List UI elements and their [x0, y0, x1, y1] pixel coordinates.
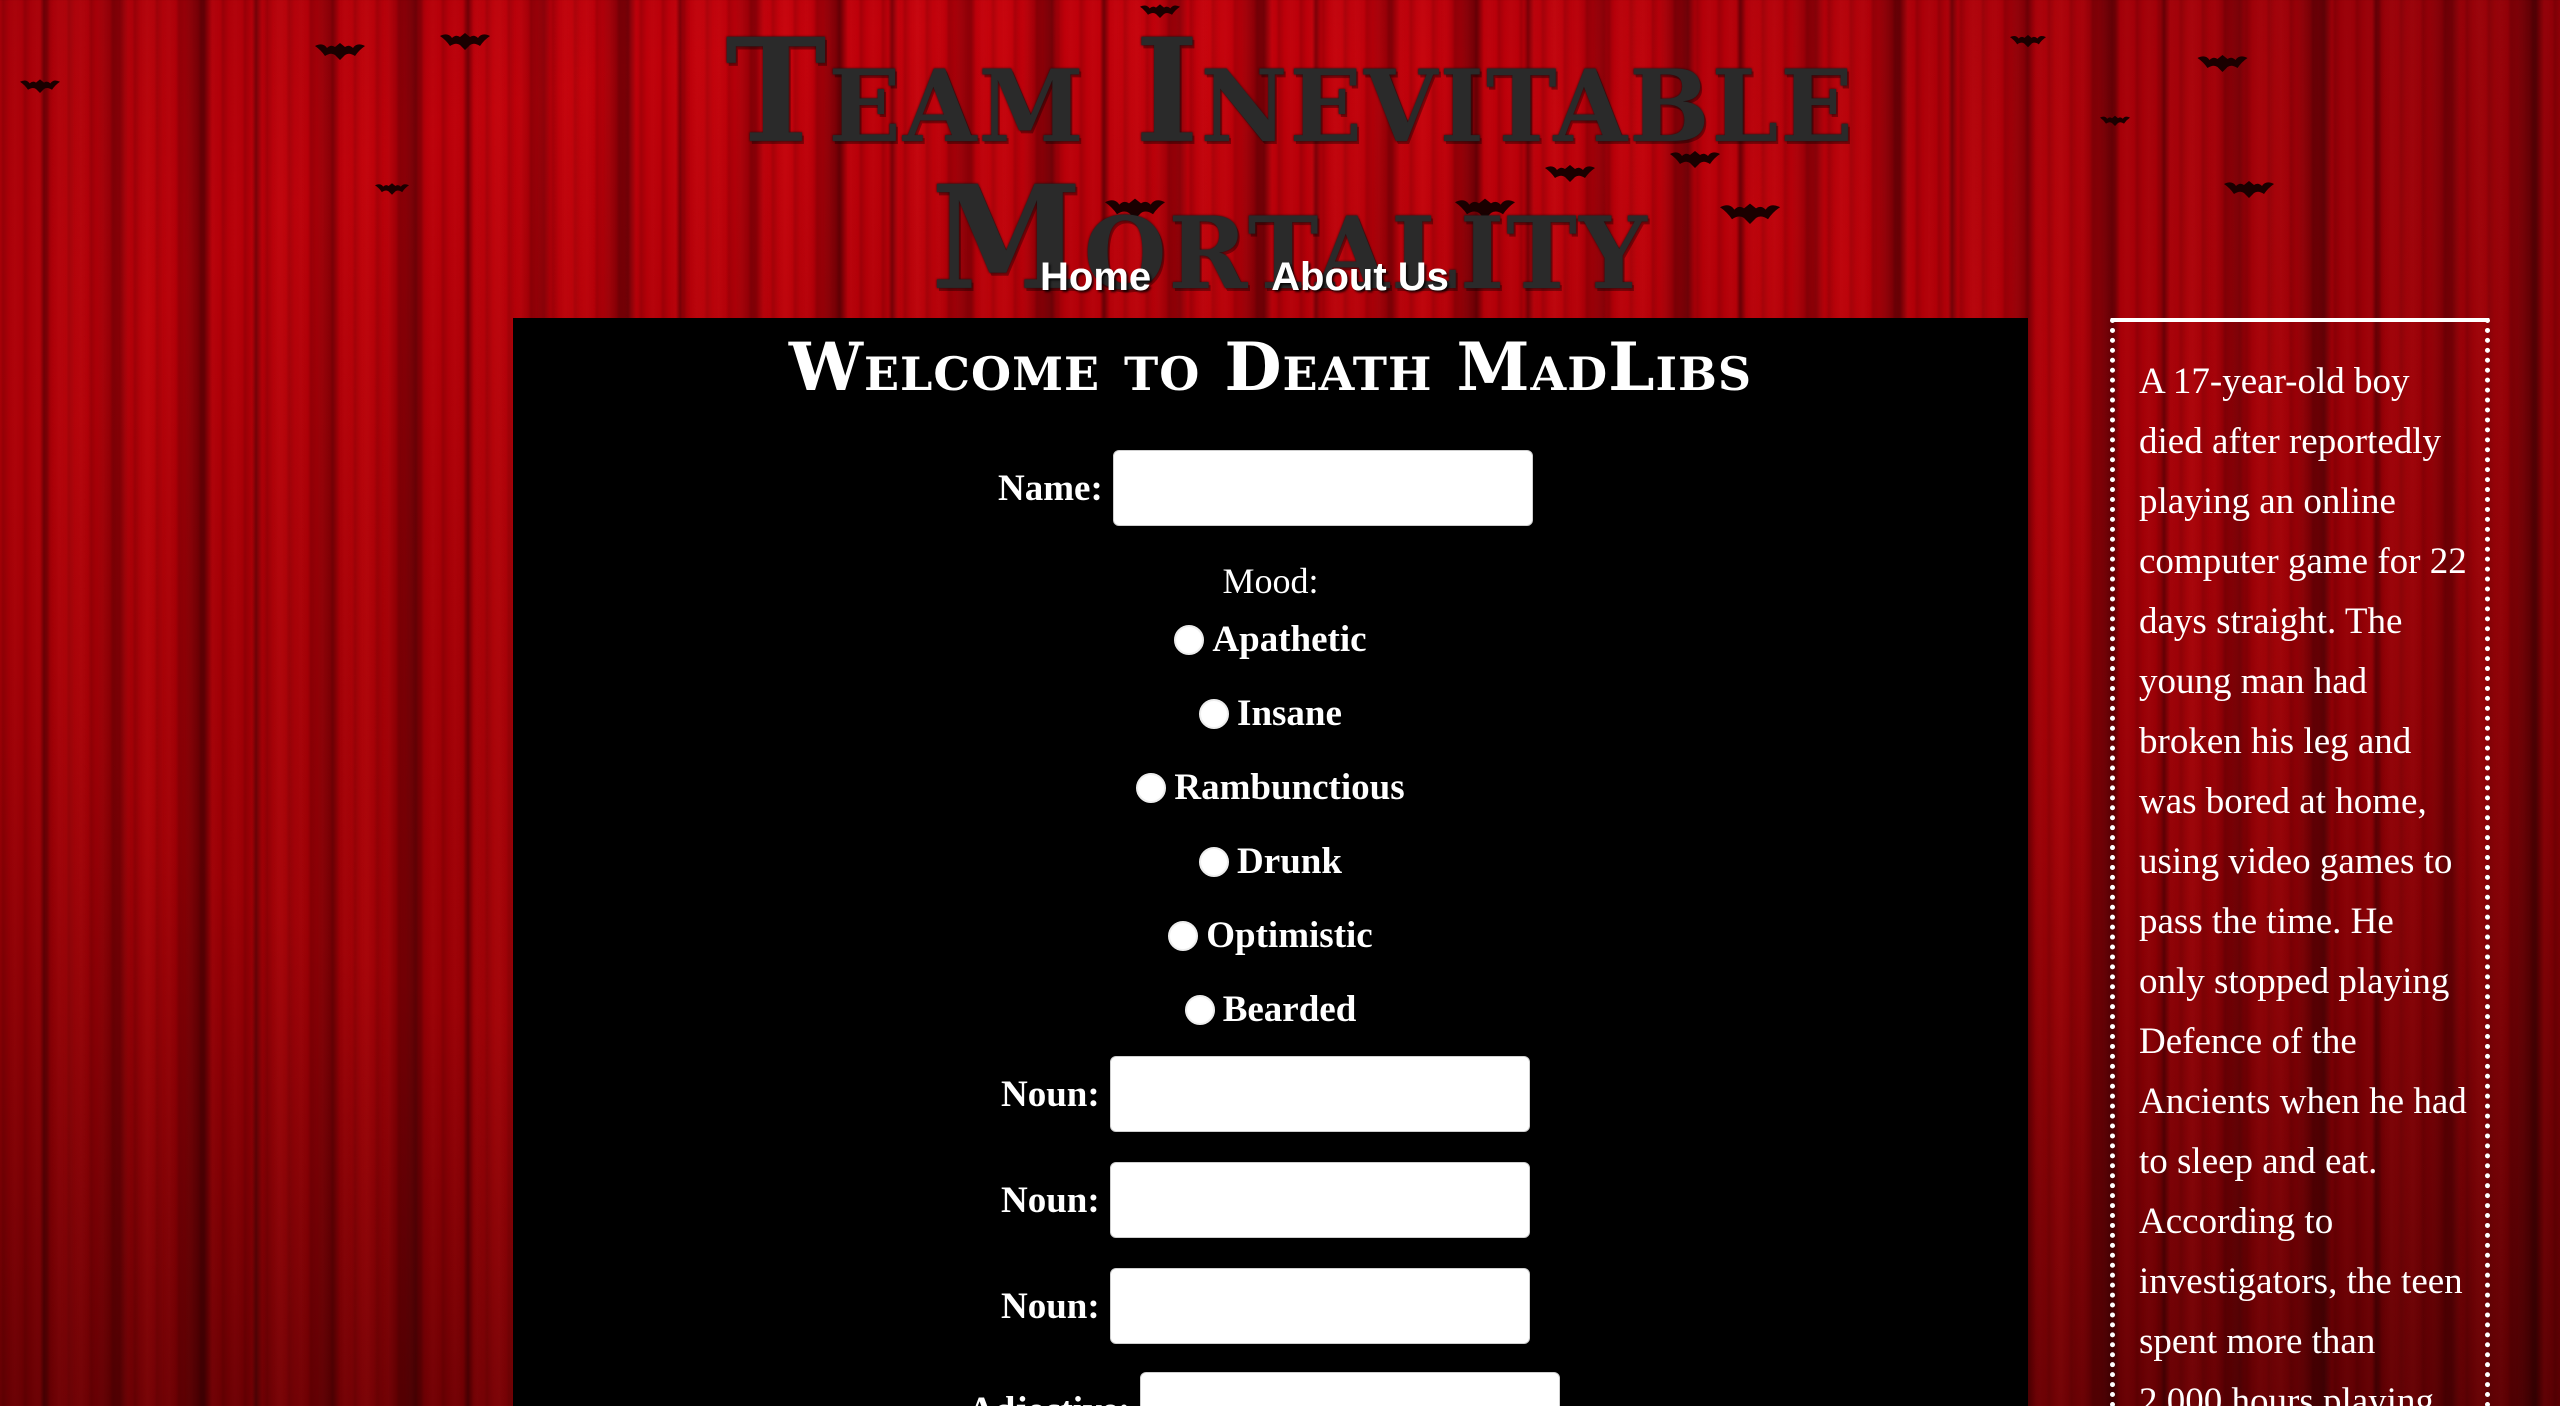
noun-label: Noun:: [1001, 1073, 1100, 1115]
radio-button[interactable]: [1184, 994, 1215, 1025]
noun-field-row-1: Noun:: [1001, 1056, 1530, 1132]
noun-input-1[interactable]: [1109, 1056, 1530, 1132]
mood-option-label: Drunk: [1237, 841, 1342, 882]
radio-button[interactable]: [1168, 920, 1199, 951]
mood-option-label: Insane: [1237, 693, 1342, 734]
bat-icon: [2195, 52, 2250, 72]
death-fact-sidebar: A 17-year-old boy died after reportedly …: [2110, 318, 2490, 1406]
noun-input-2[interactable]: [1109, 1162, 1530, 1238]
mood-label: Mood:: [1222, 561, 1319, 601]
adjective-field-row: Adjective:: [968, 1372, 1561, 1406]
noun-field-row-3: Noun:: [1001, 1268, 1530, 1344]
main-nav: Home About Us: [1040, 255, 1449, 300]
page-title: Welcome to Death MadLibs: [788, 328, 1753, 406]
adjective-input[interactable]: [1140, 1372, 1561, 1406]
mood-option-rambunctious[interactable]: Rambunctious: [513, 766, 2028, 809]
bat-icon: [375, 178, 409, 198]
radio-button[interactable]: [1136, 772, 1167, 803]
name-input[interactable]: [1112, 450, 1533, 526]
mood-option-label: Apathetic: [1212, 619, 1367, 660]
adjective-label: Adjective:: [968, 1389, 1130, 1406]
bat-icon: [2100, 110, 2130, 130]
mood-option-apathetic[interactable]: Apathetic: [513, 618, 2028, 661]
death-fact-text: A 17-year-old boy died after reportedly …: [2139, 361, 2467, 1406]
name-field-row: Name:: [998, 450, 1533, 526]
mood-option-insane[interactable]: Insane: [513, 692, 2028, 735]
mood-option-bearded[interactable]: Bearded: [513, 988, 2028, 1031]
mood-option-label: Rambunctious: [1174, 767, 1405, 808]
mood-option-label: Optimistic: [1206, 915, 1373, 956]
mood-option-drunk[interactable]: Drunk: [513, 840, 2028, 883]
radio-button[interactable]: [1199, 846, 1230, 877]
nav-about-us-link[interactable]: About Us: [1271, 255, 1449, 300]
name-label: Name:: [998, 467, 1103, 509]
noun-input-3[interactable]: [1109, 1268, 1530, 1344]
noun-label: Noun:: [1001, 1179, 1100, 1221]
noun-label: Noun:: [1001, 1285, 1100, 1327]
bat-icon: [20, 75, 60, 95]
radio-button[interactable]: [1199, 698, 1230, 729]
mood-option-optimistic[interactable]: Optimistic: [513, 914, 2028, 957]
bat-icon: [315, 40, 365, 60]
radio-button[interactable]: [1174, 624, 1205, 655]
noun-field-row-2: Noun:: [1001, 1162, 1530, 1238]
bat-icon: [2220, 178, 2278, 198]
mood-option-label: Bearded: [1222, 989, 1357, 1030]
madlibs-panel: Welcome to Death MadLibs Name: Mood: Apa…: [513, 318, 2028, 1406]
nav-home-link[interactable]: Home: [1040, 255, 1151, 300]
